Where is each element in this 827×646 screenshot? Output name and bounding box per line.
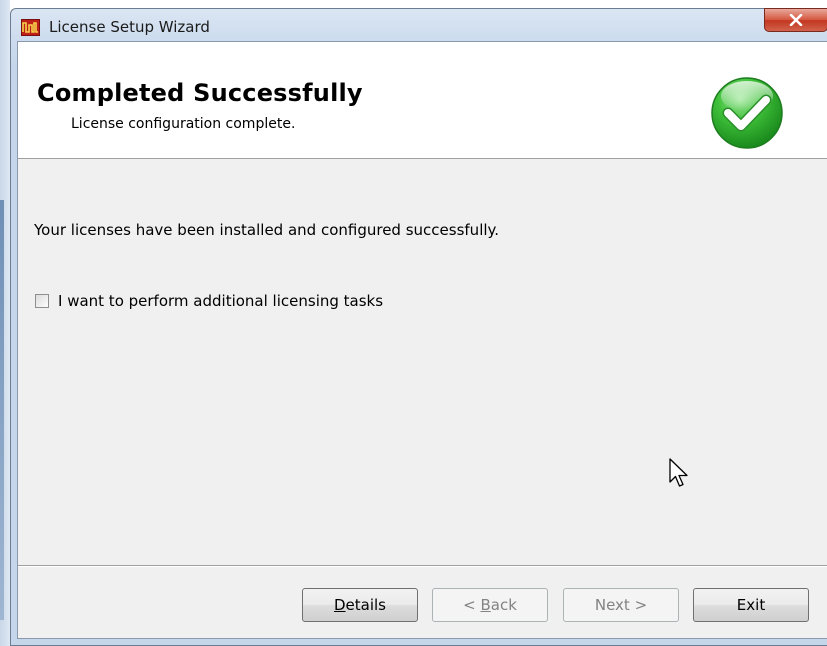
window-title: License Setup Wizard xyxy=(49,18,210,36)
details-button[interactable]: Details xyxy=(302,588,418,622)
wizard-client-area: Completed Successfully License configura… xyxy=(17,41,827,639)
back-accel-key: B xyxy=(480,596,491,614)
next-button[interactable]: Next > xyxy=(563,588,679,622)
desktop-background-strip xyxy=(0,0,10,646)
mouse-pointer-icon xyxy=(669,458,688,487)
details-accel-key: D xyxy=(333,596,346,614)
footer-separator xyxy=(18,565,827,567)
app-icon xyxy=(21,19,40,36)
additional-tasks-option[interactable]: I want to perform additional licensing t… xyxy=(35,292,383,310)
close-button[interactable] xyxy=(764,8,827,32)
additional-tasks-label[interactable]: I want to perform additional licensing t… xyxy=(58,292,383,310)
title-bar[interactable]: License Setup Wizard xyxy=(11,8,827,43)
additional-tasks-checkbox[interactable] xyxy=(35,294,49,308)
desktop-accent xyxy=(0,200,4,620)
wizard-window: License Setup Wizard Completed Successfu… xyxy=(10,8,827,646)
page-subtitle: License configuration complete. xyxy=(71,116,296,132)
close-icon xyxy=(789,14,803,26)
back-label-prefix: < xyxy=(463,596,481,614)
wizard-header: Completed Successfully License configura… xyxy=(18,42,827,159)
page-title: Completed Successfully xyxy=(37,79,363,107)
back-label-rest: ack xyxy=(490,596,517,614)
back-button[interactable]: < Back xyxy=(432,588,548,622)
next-label: Next > xyxy=(594,596,648,614)
exit-label: Exit xyxy=(736,596,766,614)
success-message: Your licenses have been installed and co… xyxy=(34,221,500,239)
exit-button[interactable]: Exit xyxy=(693,588,809,622)
success-check-icon xyxy=(711,77,783,149)
details-label-rest: etails xyxy=(345,596,386,614)
